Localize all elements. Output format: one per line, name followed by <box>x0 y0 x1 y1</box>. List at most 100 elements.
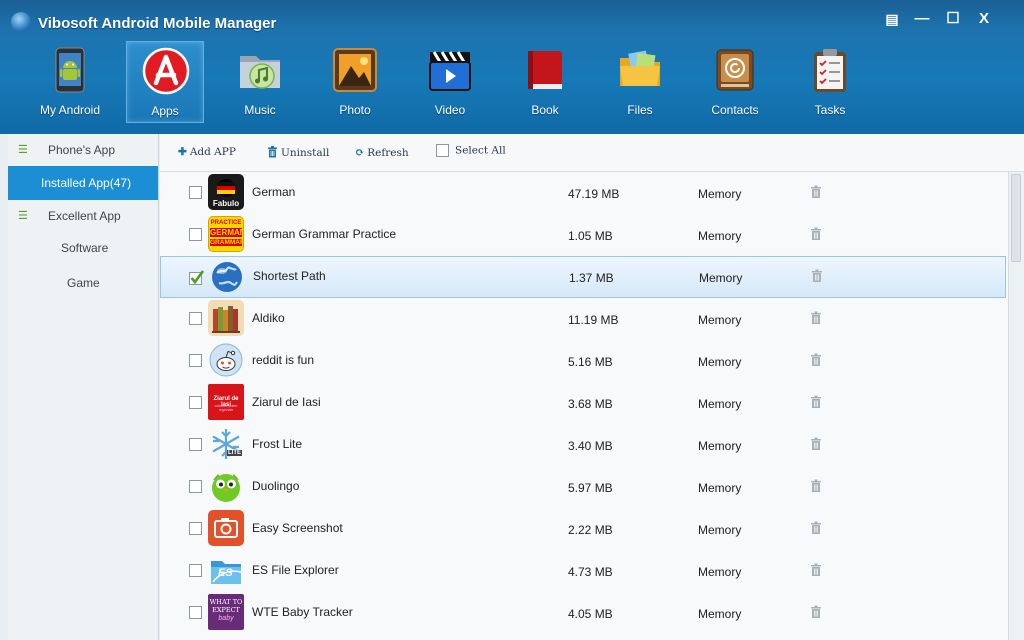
contacts-icon <box>716 49 754 91</box>
nav-photo[interactable]: Photo <box>316 41 394 123</box>
sidebar-item-game[interactable]: Game <box>8 267 158 299</box>
minimize-button[interactable]: — <box>910 9 934 29</box>
delete-icon[interactable] <box>810 311 822 325</box>
scrollbar-thumb[interactable] <box>1011 174 1021 262</box>
app-icon-es-file-explorer: ES <box>208 552 244 588</box>
app-size: 11.19 MB <box>568 313 619 327</box>
delete-icon[interactable] <box>810 227 822 241</box>
row-checkbox[interactable] <box>189 186 202 199</box>
table-row[interactable]: LITE Frost Lite 3.40 MB Memory <box>160 424 1006 466</box>
table-row[interactable]: WHAT TO EXPECT baby WTE Baby Tracker 4.0… <box>160 592 1006 634</box>
app-size: 47.19 MB <box>568 187 620 201</box>
app-icon-easy-screenshot <box>208 510 244 546</box>
nav-contacts[interactable]: Contacts <box>696 41 774 123</box>
sidebar-item-installed-app[interactable]: Installed App(47) <box>8 166 158 200</box>
icon-caption: EXPECT <box>212 606 240 614</box>
select-all-checkbox[interactable] <box>436 144 449 157</box>
uninstall-label: Uninstall <box>281 147 330 159</box>
app-size: 3.68 MB <box>568 397 613 411</box>
list-icon: ☰ <box>18 144 28 156</box>
icon-caption: baby <box>218 615 234 622</box>
sidebar-item-label: Excellent App <box>48 209 121 223</box>
delete-icon[interactable] <box>810 563 822 577</box>
close-button[interactable]: X <box>972 9 996 29</box>
nav-music[interactable]: Music <box>221 41 299 123</box>
app-icon-duolingo <box>208 468 244 504</box>
delete-icon[interactable] <box>810 353 822 367</box>
row-checkbox[interactable] <box>189 312 202 325</box>
app-name: Ziarul de Iasi <box>252 395 321 409</box>
row-checkbox[interactable] <box>189 522 202 535</box>
nav-label: Music <box>244 103 276 117</box>
icon-caption: Fabulo <box>212 199 240 208</box>
app-icon-reddit <box>208 342 244 378</box>
vertical-scrollbar[interactable] <box>1008 172 1024 640</box>
window-title: Vibosoft Android Mobile Manager <box>38 15 277 32</box>
table-row[interactable]: Ziarul de Iasi cotidian, puteri regional… <box>160 382 1006 424</box>
app-size: 4.73 MB <box>568 565 613 579</box>
app-name: German Grammar Practice <box>252 227 397 241</box>
nav-label: Apps <box>151 104 179 118</box>
main-nav: My Android Apps Music Photo Video Book F… <box>0 38 1024 124</box>
app-icon-german: Fabulo <box>208 174 244 210</box>
table-row[interactable]: ES ES File Explorer 4.73 MB Memory <box>160 550 1006 592</box>
row-checkbox[interactable] <box>189 564 202 577</box>
uninstall-button[interactable]: Uninstall <box>267 146 329 159</box>
delete-icon[interactable] <box>810 521 822 535</box>
app-location: Memory <box>698 229 742 243</box>
table-row[interactable]: PRACTICE GERMAN GRAMMAR German Grammar P… <box>160 214 1006 256</box>
app-name: WTE Baby Tracker <box>252 605 353 619</box>
row-checkbox[interactable] <box>189 480 202 493</box>
delete-icon[interactable] <box>810 605 822 619</box>
nav-label: Files <box>627 103 653 117</box>
row-checkbox[interactable] <box>189 438 202 451</box>
select-all-toggle[interactable]: Select All <box>436 144 506 157</box>
row-checkbox[interactable] <box>189 354 202 367</box>
delete-icon[interactable] <box>810 185 822 199</box>
row-checkbox[interactable] <box>189 270 205 288</box>
sidebar-item-excellent-app[interactable]: ☰ Excellent App <box>8 200 158 232</box>
app-name: Duolingo <box>252 479 300 493</box>
nav-label: My Android <box>39 103 101 117</box>
app-icon-frost: LITE <box>208 426 244 462</box>
app-size: 2.22 MB <box>568 523 613 537</box>
row-checkbox[interactable] <box>189 396 202 409</box>
maximize-button[interactable]: ☐ <box>941 9 965 29</box>
nav-label: Tasks <box>814 103 846 117</box>
app-name: reddit is fun <box>252 353 315 367</box>
delete-icon[interactable] <box>811 269 823 283</box>
sidebar-item-label: Installed App(47) <box>41 176 132 190</box>
delete-icon[interactable] <box>810 479 822 493</box>
nav-apps[interactable]: Apps <box>126 41 204 123</box>
row-checkbox[interactable] <box>189 228 202 241</box>
add-app-button[interactable]: ✚ Add APP <box>178 146 236 158</box>
row-checkbox[interactable] <box>189 606 202 619</box>
icon-caption: ES <box>218 567 233 579</box>
nav-files[interactable]: Files <box>601 41 679 123</box>
app-name: Shortest Path <box>253 269 326 283</box>
refresh-icon: ⟳ <box>355 146 365 159</box>
nav-book[interactable]: Book <box>506 41 584 123</box>
app-name: German <box>252 185 296 199</box>
music-folder-icon <box>240 56 280 89</box>
nav-tasks[interactable]: Tasks <box>791 41 869 123</box>
app-name: Frost Lite <box>252 437 303 451</box>
delete-icon[interactable] <box>810 395 822 409</box>
app-location: Memory <box>698 481 742 495</box>
nav-video[interactable]: Video <box>411 41 489 123</box>
table-row[interactable]: Duolingo 5.97 MB Memory <box>160 466 1006 508</box>
app-icon-wte-baby-tracker: WHAT TO EXPECT baby <box>208 594 244 630</box>
sidebar-item-software[interactable]: Software <box>8 232 158 264</box>
app-icon-aldiko <box>208 300 244 336</box>
table-row[interactable]: Fabulo German 47.19 MB Memory <box>160 172 1006 214</box>
sidebar-item-phones-app[interactable]: ☰ Phone's App <box>8 134 158 166</box>
book-icon <box>528 51 562 89</box>
delete-icon[interactable] <box>810 437 822 451</box>
table-row[interactable]: Easy Screenshot 2.22 MB Memory <box>160 508 1006 550</box>
table-row[interactable]: Aldiko 11.19 MB Memory <box>160 298 1006 340</box>
table-row[interactable]: Shortest Path 1.37 MB Memory <box>160 256 1006 298</box>
settings-menu-icon[interactable]: ▤ <box>880 9 904 29</box>
nav-my-android[interactable]: My Android <box>31 41 109 123</box>
table-row[interactable]: reddit is fun 5.16 MB Memory <box>160 340 1006 382</box>
refresh-button[interactable]: ⟳ Refresh <box>355 146 409 159</box>
